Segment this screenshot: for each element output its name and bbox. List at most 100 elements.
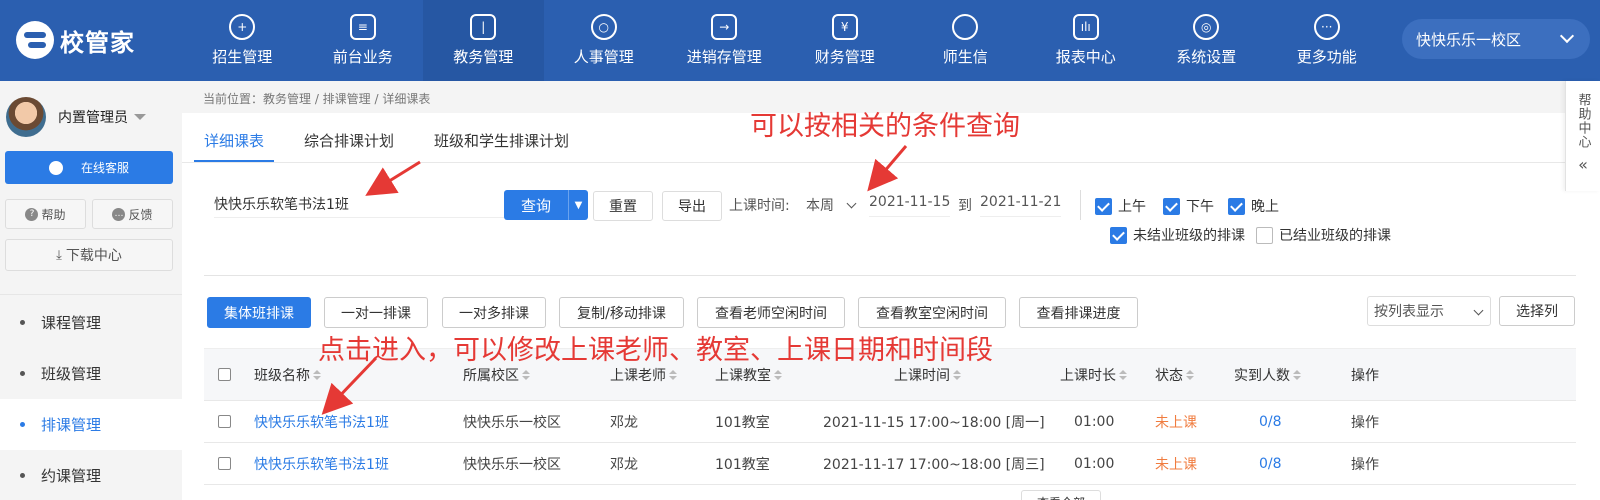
avatar xyxy=(6,97,46,137)
nav-inventory[interactable]: → 进销存管理 xyxy=(664,0,785,81)
finished-class-label: 已结业班级的排课 xyxy=(1279,228,1391,244)
download-center-button[interactable]: ⤓ 下载中心 xyxy=(5,239,173,271)
nav-messages[interactable]: 师生信 xyxy=(905,0,1026,81)
schedule-progress-button[interactable]: 查看排课进度 xyxy=(1019,297,1138,328)
nav-front-desk[interactable]: ≡ 前台业务 xyxy=(303,0,424,81)
evening-checkbox[interactable]: 晚上 xyxy=(1228,196,1279,216)
row-checkbox[interactable] xyxy=(218,401,231,442)
help-center-label: 帮助中心 xyxy=(1575,93,1591,149)
query-button[interactable]: 查询 ▼ xyxy=(504,190,588,220)
nav-settings[interactable]: ◎ 系统设置 xyxy=(1146,0,1267,81)
campus-cell: 快快乐乐一校区 xyxy=(463,456,561,473)
logo-icon xyxy=(16,21,54,59)
bullet-icon xyxy=(20,320,25,325)
view-all-button[interactable]: 查看全部 xyxy=(1021,490,1101,500)
operation-menu[interactable]: 操作 xyxy=(1351,401,1379,442)
one-to-one-button[interactable]: 一对一排课 xyxy=(324,297,428,328)
class-name-link[interactable]: 快快乐乐软笔书法1班 xyxy=(254,443,389,484)
tab-detail-schedule[interactable]: 详细课表 xyxy=(194,120,275,162)
attendance-link[interactable]: 0/8 xyxy=(1259,401,1282,442)
group-schedule-button[interactable]: 集体班排课 xyxy=(207,297,311,328)
feedback-button[interactable]: … 反馈 xyxy=(92,199,173,229)
attendance-link[interactable]: 0/8 xyxy=(1259,443,1282,484)
column-label: 上课教室 xyxy=(715,367,771,384)
finished-class-checkbox[interactable]: 已结业班级的排课 xyxy=(1256,225,1391,245)
week-select[interactable]: 本周 xyxy=(806,191,864,219)
col-status[interactable]: 状态 xyxy=(1155,349,1194,400)
select-all-checkbox[interactable] xyxy=(218,349,231,400)
sidebar-item-course[interactable]: 课程管理 xyxy=(0,297,182,348)
nav-hr[interactable]: ○ 人事管理 xyxy=(544,0,665,81)
user-menu[interactable]: 内置管理员 xyxy=(6,97,146,137)
time-label: 上课时间: xyxy=(729,198,790,214)
nav-label: 教务管理 xyxy=(453,48,514,66)
sidebar-item-class[interactable]: 班级管理 xyxy=(0,348,182,399)
col-attendance[interactable]: 实到人数 xyxy=(1234,349,1301,400)
sidebar-menu: 课程管理 班级管理 排课管理 约课管理 xyxy=(0,297,182,500)
nav-finance[interactable]: ¥ 财务管理 xyxy=(785,0,906,81)
choose-columns-button[interactable]: 选择列 xyxy=(1499,296,1575,326)
nav-more[interactable]: ··· 更多功能 xyxy=(1267,0,1388,81)
col-duration[interactable]: 上课时长 xyxy=(1060,349,1127,400)
online-service-button[interactable]: 在线客服 xyxy=(5,151,173,184)
column-label: 上课时长 xyxy=(1060,367,1116,384)
sort-icon xyxy=(774,369,782,380)
view-mode-value: 按列表显示 xyxy=(1374,304,1444,320)
class-name-link[interactable]: 快快乐乐软笔书法1班 xyxy=(254,401,389,442)
bullet-icon xyxy=(20,422,25,427)
view-mode-select[interactable]: 按列表显示 xyxy=(1367,296,1491,326)
main-nav: + 招生管理 ≡ 前台业务 | 教务管理 ○ 人事管理 → 进销存管理 ¥ 财务… xyxy=(182,0,1387,81)
more-icon: ··· xyxy=(1313,14,1340,40)
room-free-time-button[interactable]: 查看教室空闲时间 xyxy=(858,297,1006,328)
export-button[interactable]: 导出 xyxy=(662,191,722,221)
campus-selector[interactable]: 快快乐乐一校区 xyxy=(1402,19,1590,59)
nav-label: 进销存管理 xyxy=(686,48,762,66)
date-from-field[interactable]: 2021-11-15 xyxy=(869,194,951,217)
operation-menu[interactable]: 操作 xyxy=(1351,443,1379,484)
unfinished-class-checkbox[interactable]: 未结业班级的排课 xyxy=(1110,225,1245,245)
morning-checkbox[interactable]: 上午 xyxy=(1095,196,1146,216)
col-class-name[interactable]: 班级名称 xyxy=(254,349,321,400)
sort-icon xyxy=(1186,369,1194,380)
campus-cell: 快快乐乐一校区 xyxy=(463,414,561,431)
download-center-label: 下载中心 xyxy=(65,248,122,264)
help-button[interactable]: ? 帮助 xyxy=(5,199,86,229)
comment-icon: … xyxy=(112,207,126,221)
copy-move-button[interactable]: 复制/移动排课 xyxy=(559,297,684,328)
help-label: 帮助 xyxy=(41,207,66,222)
unfinished-class-label: 未结业班级的排课 xyxy=(1133,228,1245,244)
monitor-icon: ≡ xyxy=(349,14,376,40)
bullet-icon xyxy=(20,473,25,478)
to-label: 到 xyxy=(958,198,972,214)
sidebar-item-schedule[interactable]: 排课管理 xyxy=(0,399,182,450)
nav-label: 报表中心 xyxy=(1055,48,1116,66)
annotation-edit-note: 点击进入，可以修改上课老师、教室、上课日期和时间段 xyxy=(318,335,993,366)
teacher-cell: 邓龙 xyxy=(610,456,638,473)
date-to-field[interactable]: 2021-11-21 xyxy=(980,194,1062,217)
filter-divider-line xyxy=(204,275,1576,276)
nav-label: 财务管理 xyxy=(814,48,875,66)
sidebar-item-label: 约课管理 xyxy=(41,467,102,485)
inventory-icon: → xyxy=(711,14,738,40)
tab-class-student-plan[interactable]: 班级和学生排课计划 xyxy=(434,120,569,162)
one-to-many-button[interactable]: 一对多排课 xyxy=(442,297,546,328)
app-logo[interactable]: 校管家 xyxy=(16,20,135,60)
double-chevron-left-icon[interactable]: « xyxy=(1578,155,1588,174)
sidebar-item-label: 课程管理 xyxy=(41,314,102,332)
checkbox-icon xyxy=(218,368,231,381)
double-chevron-down-icon[interactable]: ▼ xyxy=(568,190,588,220)
search-input[interactable] xyxy=(214,190,504,218)
nav-enrollment[interactable]: + 招生管理 xyxy=(182,0,303,81)
reset-button[interactable]: 重置 xyxy=(593,191,653,221)
duration-cell: 01:00 xyxy=(1074,413,1115,430)
row-checkbox[interactable] xyxy=(218,443,231,484)
sort-icon xyxy=(953,369,961,380)
checkbox-checked-icon xyxy=(1228,197,1245,215)
tab-overall-plan[interactable]: 综合排课计划 xyxy=(304,120,394,162)
nav-reports[interactable]: ılı 报表中心 xyxy=(1026,0,1147,81)
help-center-panel[interactable]: 帮助中心 « xyxy=(1565,81,1600,191)
afternoon-checkbox[interactable]: 下午 xyxy=(1163,196,1214,216)
sidebar-item-booking[interactable]: 约课管理 xyxy=(0,450,182,500)
nav-academic[interactable]: | 教务管理 xyxy=(423,0,544,81)
teacher-free-time-button[interactable]: 查看老师空闲时间 xyxy=(697,297,845,328)
